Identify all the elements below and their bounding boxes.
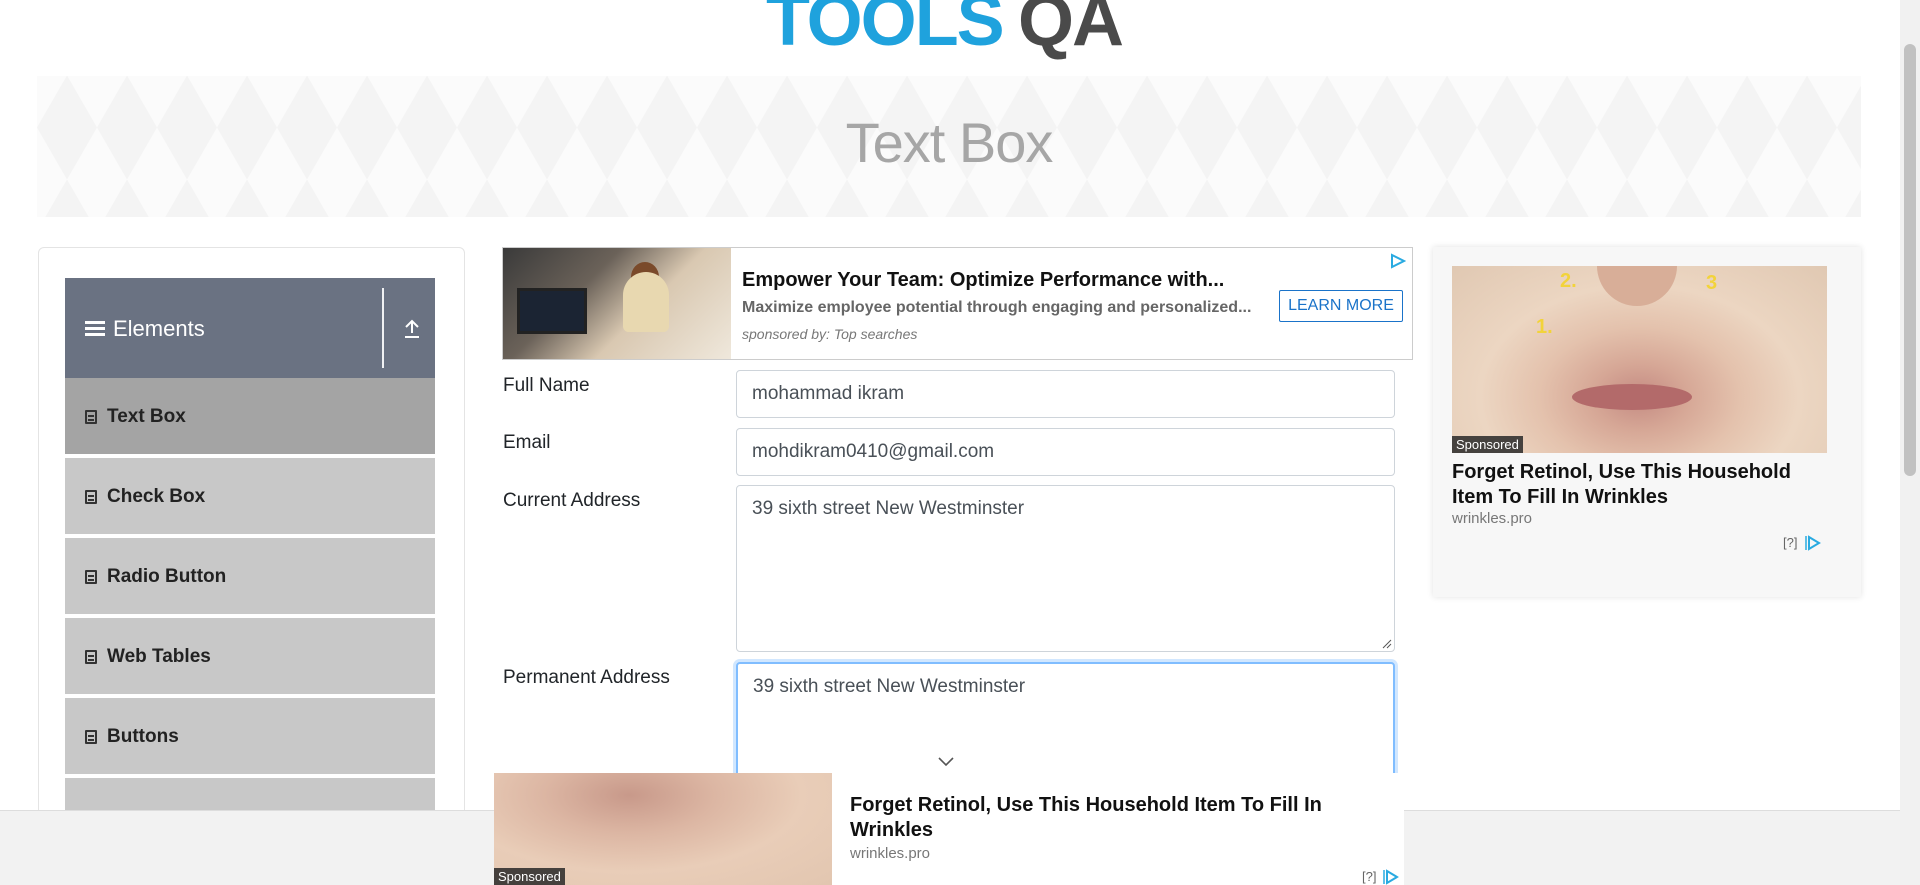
sidebar-item-label: Web Tables [107, 646, 211, 667]
sidebar-item-label: Buttons [107, 726, 179, 747]
ad-title[interactable]: Forget Retinol, Use This Household Item … [850, 793, 1370, 843]
ad-image-label: 1. [1536, 316, 1553, 338]
sidebar-item-check-box[interactable]: Check Box [65, 458, 435, 536]
ad-domain: wrinkles.pro [1452, 510, 1533, 527]
html5-icon [85, 490, 97, 504]
logo-text: TOOLS [766, 0, 1005, 61]
permanent-address-value: 39 sixth street New Westminster [753, 676, 1026, 697]
ad-sponsor: sponsored by: Top searches [742, 326, 918, 342]
chevron-down-icon[interactable] [936, 755, 956, 769]
page-banner: Text Box [37, 76, 1861, 217]
page: TOOLS QA Text Box Elements Text Box Chec… [0, 0, 1920, 885]
adchoices-icon[interactable] [1383, 869, 1399, 885]
hamburger-icon [85, 321, 105, 337]
ad-title[interactable]: Forget Retinol, Use This Household Item … [1452, 460, 1827, 510]
html5-icon [85, 650, 97, 664]
sidebar-item-buttons[interactable]: Buttons [65, 698, 435, 776]
ad-help-link[interactable]: [?] [1362, 869, 1376, 884]
ad-image-label: 2. [1560, 270, 1577, 292]
page-scrollbar[interactable] [1900, 0, 1920, 885]
ad-image [503, 248, 731, 359]
sidebar-group-title: Elements [113, 316, 205, 341]
scrollbar-thumb[interactable] [1904, 44, 1916, 476]
ad-bottom[interactable]: Sponsored Forget Retinol, Use This House… [494, 773, 1404, 885]
html5-icon [85, 730, 97, 744]
sidebar-item-label: Radio Button [107, 566, 227, 587]
sidebar-item-radio-button[interactable]: Radio Button [65, 538, 435, 616]
sponsored-tag: Sponsored [1452, 436, 1523, 453]
full-name-label: Full Name [503, 375, 590, 396]
ad-top-banner[interactable]: Empower Your Team: Optimize Performance … [502, 247, 1413, 360]
email-input[interactable]: mohdikram0410@gmail.com [736, 428, 1395, 476]
learn-more-button[interactable]: LEARN MORE [1279, 290, 1403, 322]
adchoices-icon[interactable] [1390, 253, 1406, 269]
ad-image: Sponsored [494, 773, 832, 885]
sidebar-item-label: Text Box [107, 406, 186, 427]
resize-handle-icon[interactable] [1382, 639, 1392, 649]
current-address-value: 39 sixth street New Westminster [752, 498, 1025, 519]
ad-domain: wrinkles.pro [850, 845, 931, 862]
adchoices-icon[interactable] [1805, 535, 1821, 551]
sidebar-item-web-tables[interactable]: Web Tables [65, 618, 435, 696]
permanent-address-label: Permanent Address [503, 667, 670, 688]
permanent-address-textarea[interactable]: 39 sixth street New Westminster [736, 662, 1395, 782]
ad-help-link[interactable]: [?] [1783, 535, 1797, 550]
ad-subline: Maximize employee potential through enga… [742, 299, 1252, 316]
html5-icon [85, 570, 97, 584]
sponsored-tag: Sponsored [494, 868, 565, 885]
full-name-input[interactable]: mohammad ikram [736, 370, 1395, 418]
logo-qa: QA [1018, 0, 1124, 61]
current-address-label: Current Address [503, 490, 641, 511]
upload-arrow-icon[interactable] [402, 318, 422, 340]
sidebar-item-label: Check Box [107, 486, 206, 507]
ad-right[interactable]: 1. 2. 3 Sponsored Forget Retinol, Use Th… [1433, 247, 1861, 597]
page-title: Text Box [845, 111, 1054, 174]
html5-icon [85, 410, 97, 424]
email-label: Email [503, 432, 551, 453]
ad-image-label: 3 [1706, 272, 1718, 294]
sidebar-header-divider [382, 288, 384, 368]
toolsqa-logo[interactable]: TOOLS QA [766, 0, 1156, 64]
ad-headline[interactable]: Empower Your Team: Optimize Performance … [742, 269, 1224, 292]
sidebar-item-text-box[interactable]: Text Box [65, 378, 435, 456]
current-address-textarea[interactable]: 39 sixth street New Westminster [736, 485, 1395, 652]
sidebar-group-elements[interactable]: Elements [65, 278, 435, 378]
ad-image: 1. 2. 3 Sponsored [1452, 266, 1827, 453]
